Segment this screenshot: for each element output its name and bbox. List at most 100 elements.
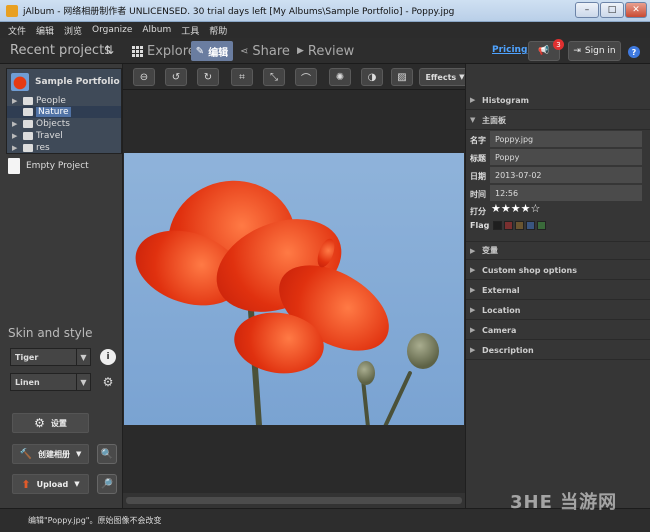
section-description[interactable]: ▶ Description — [466, 341, 650, 360]
chevron-down-icon: ▼ — [459, 73, 465, 81]
folder-icon — [23, 120, 33, 128]
close-button[interactable]: ✕ — [625, 2, 647, 18]
style-select[interactable]: Linen ▼ — [10, 373, 91, 391]
left-panel: Sample Portfolio ▶ People Nature ▶ Objec… — [0, 64, 123, 508]
time-field[interactable]: 12:56 — [490, 185, 642, 201]
pricing-link[interactable]: Pricing — [492, 45, 527, 55]
expand-arrow-icon[interactable]: ▶ — [12, 144, 20, 152]
project-header[interactable]: Sample Portfolio — [7, 69, 121, 95]
top-toolbar: Recent projects ⇅ Explore ✎ 编辑 ⋖ Share ▶… — [0, 38, 650, 64]
create-album-label: 创建相册 — [38, 449, 71, 459]
settings-button[interactable]: ⚙ 设置 — [12, 413, 89, 433]
date-field[interactable]: 2013-07-02 — [490, 167, 642, 183]
crop-button[interactable]: ⌗ — [231, 68, 253, 86]
project-tree: Sample Portfolio ▶ People Nature ▶ Objec… — [6, 68, 122, 154]
properties-panel: ▶ Histogram ▼ 主面板 名字 Poppy.jpg 标题 Poppy … — [465, 64, 650, 508]
title-bar: jAlbum - 网络相册制作者 UNLICENSED. 30 trial da… — [0, 0, 650, 22]
gear-icon[interactable]: ⚙ — [100, 374, 116, 390]
resize-button[interactable]: ⤡ — [263, 68, 285, 86]
straighten-icon: ⌒ — [301, 73, 311, 85]
rotate-left-button[interactable]: ↺ — [165, 68, 187, 86]
expand-arrow-icon[interactable]: ▶ — [12, 132, 20, 140]
remove-button[interactable]: ⊖ — [133, 68, 155, 86]
section-custom-shop-options[interactable]: ▶ Custom shop options — [466, 261, 650, 280]
scrollbar-thumb[interactable] — [126, 497, 462, 504]
upload-button[interactable]: ⬆ Upload ▼ — [12, 474, 89, 494]
menu-edit[interactable]: 编辑 — [36, 24, 54, 37]
menu-file[interactable]: 文件 — [8, 24, 26, 37]
menu-organize[interactable]: Organize — [92, 25, 132, 35]
chevron-right-icon: ▶ — [470, 266, 476, 274]
section-external[interactable]: ▶ External — [466, 281, 650, 300]
info-icon[interactable]: i — [100, 349, 116, 365]
chevron-down-icon: ▼ — [76, 349, 90, 365]
menu-help[interactable]: 帮助 — [209, 24, 227, 37]
expand-arrow-icon[interactable]: ▶ — [12, 97, 20, 105]
flag-color-blue[interactable] — [526, 221, 535, 230]
status-text: 编辑"Poppy.jpg"。原始图像不会改变 — [28, 516, 162, 525]
section-label: Histogram — [482, 95, 529, 105]
flag-color-green[interactable] — [537, 221, 546, 230]
rotate-right-icon: ↻ — [203, 71, 213, 83]
section-label: Location — [482, 305, 521, 315]
empty-project-item[interactable]: Empty Project — [8, 158, 89, 174]
rating-stars[interactable]: ★★★★☆ — [491, 202, 540, 215]
tree-item-res[interactable]: ▶ res — [7, 142, 121, 154]
chevron-down-icon: ▼ — [76, 450, 82, 458]
expand-arrow-icon[interactable]: ▶ — [12, 120, 20, 128]
section-location[interactable]: ▶ Location — [466, 301, 650, 320]
section-histogram[interactable]: ▶ Histogram — [466, 91, 650, 110]
create-album-button[interactable]: 🔨 创建相册 ▼ — [12, 444, 89, 464]
sort-icon[interactable]: ⇅ — [104, 43, 114, 57]
tree-item-objects[interactable]: ▶ Objects — [7, 118, 121, 130]
maximize-button[interactable]: □ — [600, 2, 624, 18]
tree-item-nature[interactable]: Nature — [7, 106, 121, 118]
tab-review[interactable]: ▶ Review — [293, 41, 358, 61]
flag-label: Flag — [470, 221, 490, 230]
chevron-right-icon: ▶ — [470, 346, 476, 354]
tab-review-label: Review — [307, 43, 355, 59]
menu-browse[interactable]: 浏览 — [64, 24, 82, 37]
contrast-button[interactable]: ◑ — [361, 68, 383, 86]
flag-color-red[interactable] — [504, 221, 513, 230]
section-main-panel[interactable]: ▼ 主面板 — [466, 111, 650, 130]
section-camera[interactable]: ▶ Camera — [466, 321, 650, 340]
adjust-button[interactable]: ✺ — [329, 68, 351, 86]
tab-share[interactable]: ⋖ Share — [236, 41, 294, 61]
tab-explore[interactable]: Explore — [128, 41, 200, 61]
title-field[interactable]: Poppy — [490, 149, 642, 165]
menu-album[interactable]: Album — [142, 25, 171, 35]
sign-in-button[interactable]: ⇥ Sign in — [568, 41, 621, 61]
section-variables[interactable]: ▶ 变量 — [466, 241, 650, 260]
preview-button[interactable]: 🔍 — [97, 444, 117, 464]
flag-color-none[interactable] — [493, 221, 502, 230]
minimize-button[interactable]: – — [575, 2, 599, 18]
tree-item-travel[interactable]: ▶ Travel — [7, 130, 121, 142]
web-preview-button[interactable]: 🔎 — [97, 474, 117, 494]
megaphone-icon: 📢 — [538, 46, 550, 56]
straighten-button[interactable]: ⌒ — [295, 68, 317, 86]
flag-color-orange[interactable] — [515, 221, 524, 230]
section-label: 主面板 — [482, 115, 506, 125]
image-canvas[interactable] — [123, 90, 465, 493]
recent-projects-title: Recent projects — [10, 43, 111, 58]
skin-and-style-title: Skin and style — [8, 326, 93, 340]
levels-button[interactable]: ▨ — [391, 68, 413, 86]
tab-edit[interactable]: ✎ 编辑 — [191, 41, 233, 61]
skin-select[interactable]: Tiger ▼ — [10, 348, 91, 366]
name-label: 名字 — [470, 136, 486, 145]
name-field[interactable]: Poppy.jpg — [490, 131, 642, 147]
tab-share-label: Share — [252, 43, 290, 59]
horizontal-scrollbar[interactable] — [123, 493, 465, 508]
section-label: External — [482, 285, 520, 295]
rotate-left-icon: ↺ — [171, 71, 181, 83]
rotate-right-button[interactable]: ↻ — [197, 68, 219, 86]
help-icon[interactable]: ? — [628, 46, 640, 58]
upload-icon: ⬆ — [21, 477, 31, 491]
effects-button[interactable]: Effects ▼ — [419, 68, 471, 86]
chevron-right-icon: ▶ — [470, 246, 476, 255]
notifications-button[interactable]: 📢 3 — [528, 39, 564, 61]
chevron-down-icon: ▼ — [470, 116, 476, 124]
menu-tools[interactable]: 工具 — [181, 24, 199, 37]
section-label: 变量 — [482, 246, 498, 255]
